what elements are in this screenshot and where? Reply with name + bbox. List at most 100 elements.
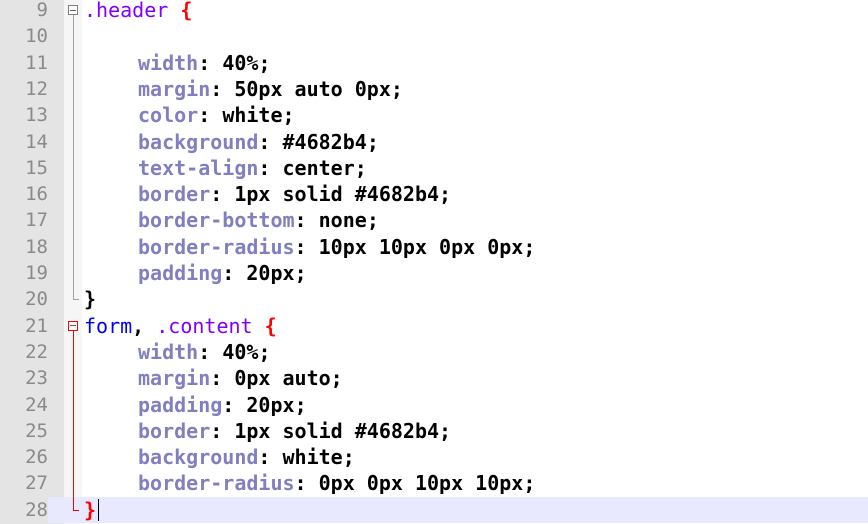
css-value: 40% bbox=[222, 50, 259, 75]
code-line-12[interactable]: 12 margin: 50px auto 0px; bbox=[0, 76, 868, 102]
semicolon: ; bbox=[294, 261, 307, 285]
css-property: background bbox=[138, 445, 259, 470]
line-number: 26 bbox=[25, 446, 48, 469]
code-editor[interactable]: 9 .header {10 11 width: 40%; 12 margin: 50px … bbox=[0, 0, 868, 524]
css-property: border-radius bbox=[138, 471, 295, 496]
code-line-28[interactable]: 28} bbox=[0, 496, 868, 523]
css-selector: .header bbox=[84, 0, 169, 22]
css-value: #4682b4 bbox=[282, 129, 367, 154]
fold-toggle-icon[interactable] bbox=[68, 5, 78, 15]
line-number: 25 bbox=[25, 419, 48, 442]
code-text: border-radius: 0px 0px 10px 10px; bbox=[138, 470, 535, 496]
code-line-19[interactable]: 19 padding: 20px; bbox=[0, 260, 868, 286]
code-line-24[interactable]: 24 padding: 20px; bbox=[0, 392, 868, 418]
code-line-23[interactable]: 23 margin: 0px auto; bbox=[0, 365, 868, 391]
colon: : bbox=[210, 182, 235, 207]
semicolon: ; bbox=[390, 76, 403, 101]
open-brace: { bbox=[180, 0, 193, 22]
line-number: 16 bbox=[25, 183, 48, 206]
line-number: 10 bbox=[25, 25, 48, 48]
css-value: 1px solid #4682b4 bbox=[234, 418, 440, 443]
code-line-16[interactable]: 16 border: 1px solid #4682b4; bbox=[0, 181, 868, 207]
code-text: background: #4682b4; bbox=[138, 129, 379, 155]
colon: : bbox=[210, 366, 235, 391]
code-text: padding: 20px; bbox=[138, 392, 307, 418]
css-value: 50px auto 0px bbox=[234, 76, 391, 101]
code-line-27[interactable]: 27 border-radius: 0px 0px 10px 10px; bbox=[0, 470, 868, 496]
fold-toggle-icon[interactable] bbox=[68, 320, 78, 331]
css-selector: .content bbox=[156, 313, 253, 338]
colon: : bbox=[294, 208, 319, 233]
semicolon: ; bbox=[258, 50, 271, 75]
line-number: 28 bbox=[0, 496, 48, 523]
line-number: 13 bbox=[25, 104, 48, 127]
css-property: margin bbox=[138, 366, 211, 391]
code-line-10[interactable]: 10 bbox=[0, 23, 868, 49]
css-property: border bbox=[138, 418, 211, 443]
semicolon: ; bbox=[366, 208, 379, 233]
colon: : bbox=[294, 471, 319, 496]
code-text: border: 1px solid #4682b4; bbox=[138, 181, 451, 207]
code-text: padding: 20px; bbox=[138, 260, 307, 286]
colon: : bbox=[210, 418, 235, 443]
code-text: border-bottom: none; bbox=[138, 207, 379, 233]
fold-end-marker bbox=[73, 299, 79, 301]
css-tag-selector: form bbox=[84, 313, 133, 338]
semicolon: ; bbox=[366, 129, 379, 154]
fold-guide-line bbox=[73, 15, 74, 300]
colon: : bbox=[222, 392, 247, 417]
code-line-25[interactable]: 25 border: 1px solid #4682b4; bbox=[0, 418, 868, 444]
code-text: width: 40%; bbox=[138, 50, 270, 76]
css-property: border-radius bbox=[138, 234, 295, 259]
colon: : bbox=[222, 261, 247, 285]
code-text: .header { bbox=[84, 0, 192, 23]
code-line-20[interactable]: 20} bbox=[0, 286, 868, 312]
css-property: border bbox=[138, 182, 211, 207]
close-brace: } bbox=[84, 497, 97, 522]
close-brace: } bbox=[84, 287, 97, 312]
code-text: } bbox=[84, 497, 96, 523]
colon: : bbox=[258, 129, 283, 154]
code-line-17[interactable]: 17 border-bottom: none; bbox=[0, 207, 868, 233]
css-value: white bbox=[282, 445, 343, 470]
colon: : bbox=[258, 155, 283, 180]
css-property: width bbox=[138, 339, 199, 364]
code-text: margin: 50px auto 0px; bbox=[138, 76, 403, 102]
semicolon: ; bbox=[354, 155, 367, 180]
semicolon: ; bbox=[294, 392, 307, 417]
css-property: width bbox=[138, 50, 199, 75]
line-number: 19 bbox=[25, 262, 48, 284]
code-text: margin: 0px auto; bbox=[138, 365, 343, 391]
semicolon: ; bbox=[523, 471, 536, 496]
semicolon: ; bbox=[330, 366, 343, 391]
code-line-14[interactable]: 14 background: #4682b4; bbox=[0, 129, 868, 155]
css-value: 0px 0px 10px 10px bbox=[318, 471, 524, 496]
code-line-22[interactable]: 22 width: 40%; bbox=[0, 339, 868, 365]
colon: : bbox=[210, 76, 235, 101]
code-line-15[interactable]: 15 text-align: center; bbox=[0, 155, 868, 181]
css-property: background bbox=[138, 129, 259, 154]
semicolon: ; bbox=[342, 445, 355, 470]
css-value: 1px solid #4682b4 bbox=[234, 182, 440, 207]
colon: : bbox=[258, 445, 283, 470]
line-number: 11 bbox=[25, 51, 48, 74]
semicolon: ; bbox=[439, 418, 452, 443]
code-line-18[interactable]: 18 border-radius: 10px 10px 0px 0px; bbox=[0, 234, 868, 260]
code-line-9[interactable]: 9 .header { bbox=[0, 0, 868, 23]
line-number: 27 bbox=[25, 472, 48, 495]
semicolon: ; bbox=[523, 234, 536, 259]
line-number: 17 bbox=[25, 209, 48, 232]
code-line-13[interactable]: 13 color: white; bbox=[0, 102, 868, 128]
code-line-21[interactable]: 21 form, .content { bbox=[0, 313, 868, 339]
line-number: 12 bbox=[25, 77, 48, 100]
code-text: background: white; bbox=[138, 444, 355, 470]
css-value: none bbox=[318, 208, 367, 233]
code-line-11[interactable]: 11 width: 40%; bbox=[0, 50, 868, 76]
colon: : bbox=[198, 103, 223, 128]
colon: : bbox=[294, 234, 319, 259]
code-line-26[interactable]: 26 background: white; bbox=[0, 444, 868, 470]
line-number: 24 bbox=[25, 393, 48, 416]
code-text: } bbox=[84, 286, 96, 312]
css-value: center bbox=[282, 155, 355, 180]
line-number: 23 bbox=[25, 367, 48, 390]
